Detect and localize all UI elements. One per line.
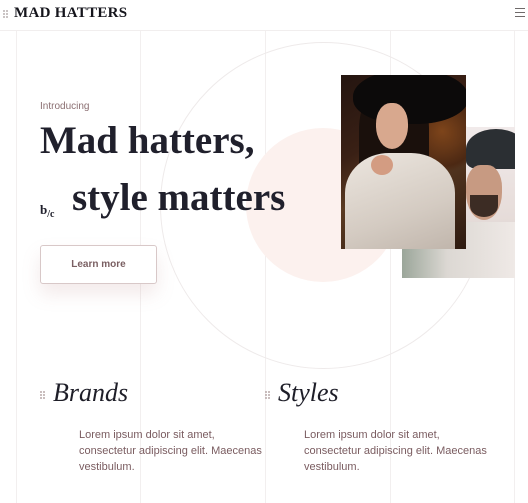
grid-line	[16, 30, 17, 503]
headline-line-2-wrapper: b/c style matters	[40, 169, 285, 226]
hamburger-menu-icon[interactable]	[515, 8, 525, 17]
headline-line-2: style matters	[72, 176, 286, 219]
learn-more-button[interactable]: Learn more	[40, 245, 157, 284]
intro-label: Introducing	[40, 101, 90, 112]
drag-handle-icon[interactable]	[3, 10, 9, 18]
brand-logo[interactable]: MAD HATTERS	[14, 5, 127, 22]
bc-prefix-c: /c	[47, 209, 55, 220]
bc-prefix: b/c	[40, 181, 54, 243]
top-navigation-bar: MAD HATTERS	[0, 0, 528, 31]
woman-photo	[341, 75, 466, 249]
styles-title: Styles	[278, 378, 339, 407]
drag-handle-icon[interactable]	[265, 391, 271, 399]
brands-description: Lorem ipsum dolor sit amet, consectetur …	[79, 429, 262, 473]
hero-headline: Mad hatters, b/c style matters	[40, 112, 285, 226]
drag-handle-icon[interactable]	[40, 391, 46, 399]
brands-title: Brands	[53, 378, 129, 407]
headline-line-1: Mad hatters,	[40, 119, 255, 162]
styles-description: Lorem ipsum dolor sit amet, consectetur …	[304, 429, 487, 473]
